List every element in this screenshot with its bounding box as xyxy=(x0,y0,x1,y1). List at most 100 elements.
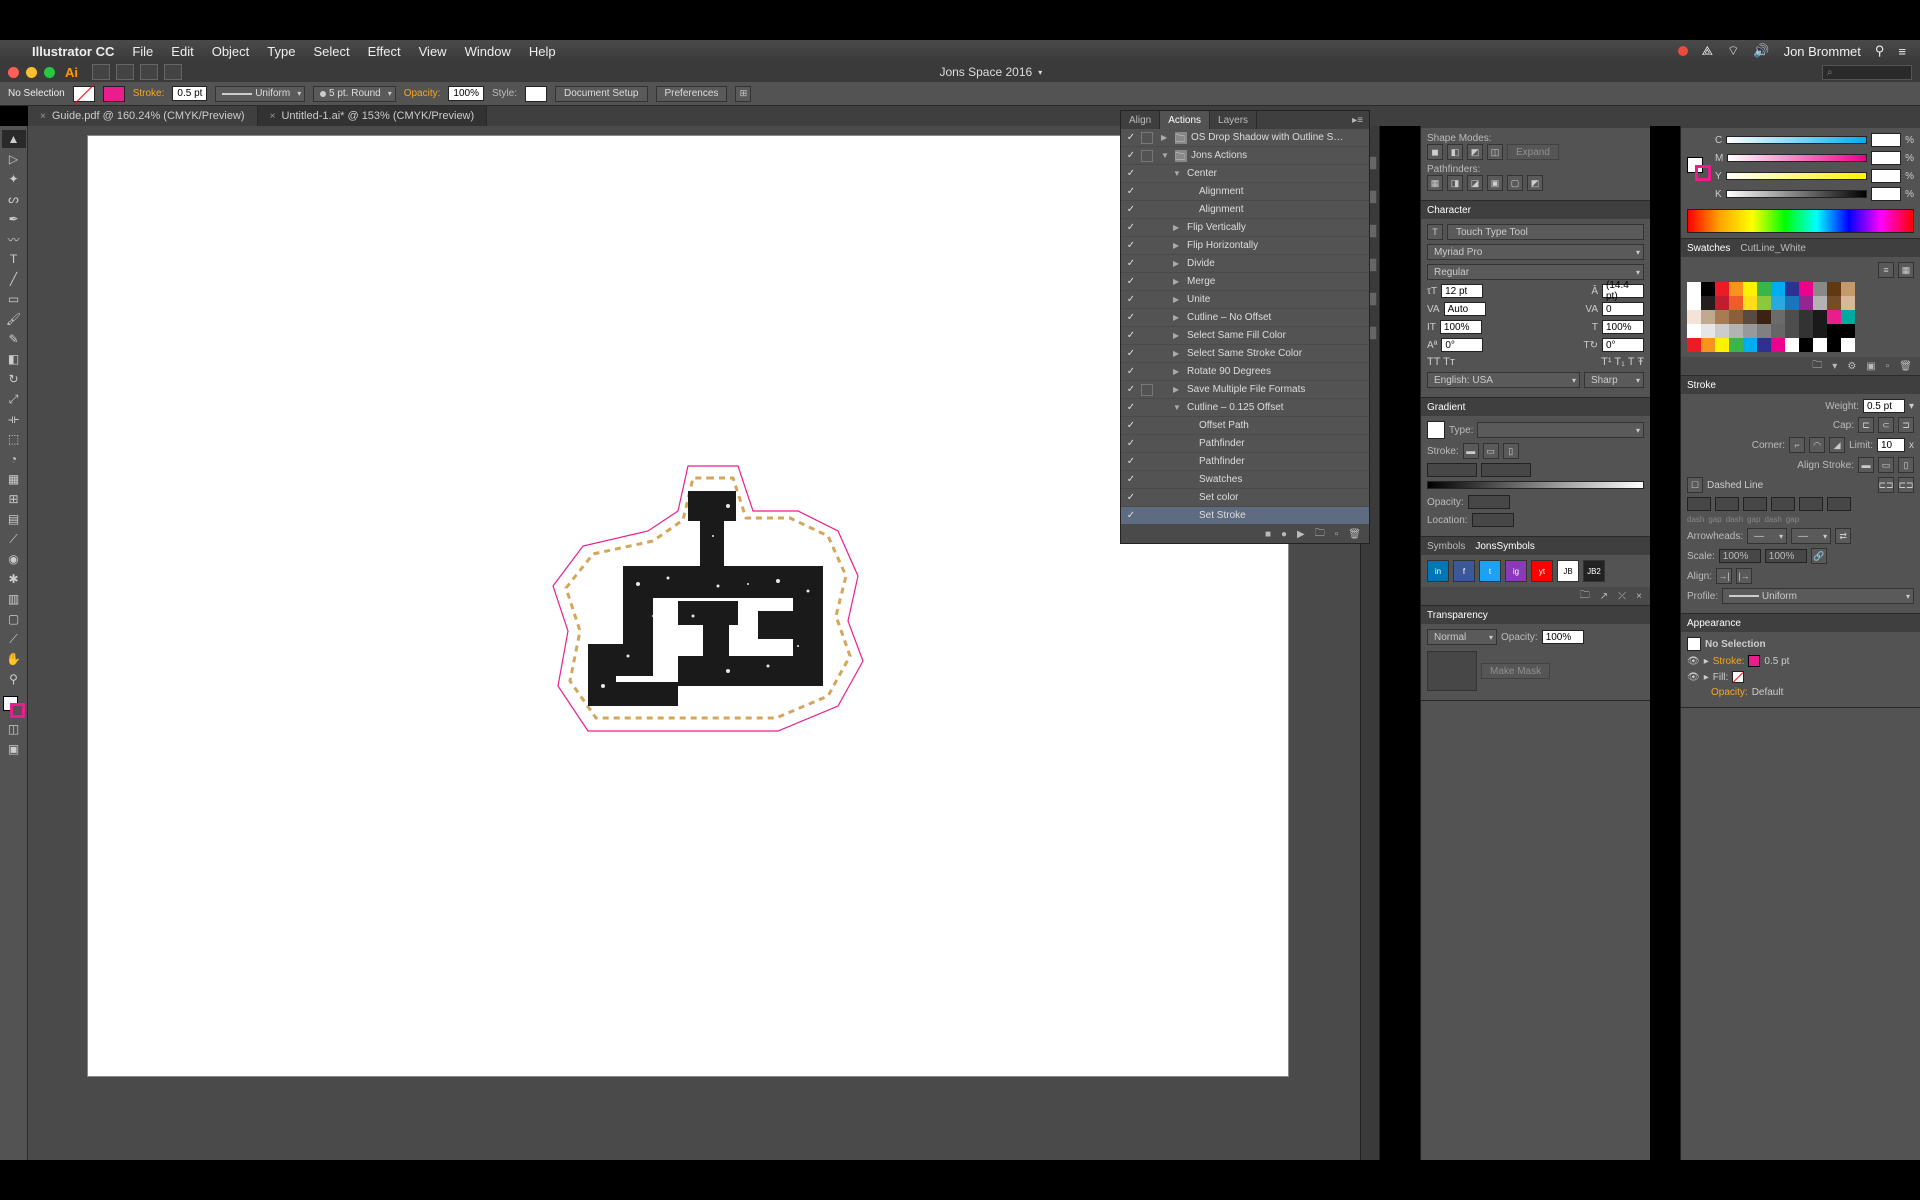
symbol-linkedin[interactable]: in xyxy=(1427,560,1449,582)
action-item[interactable]: ✓Set Stroke xyxy=(1121,507,1369,525)
swap-arrows-icon[interactable]: ⇄ xyxy=(1835,528,1851,544)
style-swatch[interactable] xyxy=(525,86,547,102)
menu-type[interactable]: Type xyxy=(267,44,295,59)
tracking-input[interactable]: 0 xyxy=(1602,302,1644,316)
limit-input[interactable]: 10 xyxy=(1877,438,1905,452)
action-item[interactable]: ✓▶Rotate 90 Degrees xyxy=(1121,363,1369,381)
cap-butt-icon[interactable]: ⊏ xyxy=(1858,417,1874,433)
action-item[interactable]: ✓Pathfinder xyxy=(1121,453,1369,471)
swatch[interactable] xyxy=(1827,282,1841,296)
rotation-input[interactable]: 0° xyxy=(1602,338,1644,352)
eraser-tool[interactable]: ◧ xyxy=(2,350,26,368)
draw-mode-icon[interactable]: ◫ xyxy=(2,720,26,738)
eyedropper-tool[interactable]: ⟋ xyxy=(2,530,26,548)
swatch[interactable] xyxy=(1785,296,1799,310)
arrow-scale-start[interactable]: 100% xyxy=(1719,549,1761,563)
gradient-ramp[interactable] xyxy=(1427,481,1644,489)
gradient-opacity-input[interactable] xyxy=(1468,495,1510,509)
hand-tool[interactable]: ✋ xyxy=(2,650,26,668)
cap-round-icon[interactable]: ⊂ xyxy=(1878,417,1894,433)
swatch[interactable] xyxy=(1701,310,1715,324)
swatch[interactable] xyxy=(1701,296,1715,310)
preferences-button[interactable]: Preferences xyxy=(656,86,728,102)
gradient-stroke-across-icon[interactable]: ▯ xyxy=(1503,443,1519,459)
curvature-tool[interactable]: 〰 xyxy=(2,230,26,248)
column-graph-tool[interactable]: ▥ xyxy=(2,590,26,608)
swatch[interactable] xyxy=(1813,296,1827,310)
swatch-library-icon[interactable]: 🗀 xyxy=(1812,358,1822,375)
panel-title[interactable]: Transparency xyxy=(1427,610,1488,621)
opacity-input[interactable]: 100% xyxy=(448,86,484,101)
document-tab[interactable]: × Untitled-1.ai* @ 153% (CMYK/Preview) xyxy=(258,106,488,126)
kerning-input[interactable]: Auto xyxy=(1444,302,1486,316)
panel-title[interactable]: Appearance xyxy=(1687,618,1741,629)
arrow-align-tip-icon[interactable]: →| xyxy=(1716,568,1732,584)
trim-icon[interactable]: ◨ xyxy=(1447,175,1463,191)
rectangle-tool[interactable]: ▭ xyxy=(2,290,26,308)
swatch[interactable] xyxy=(1757,296,1771,310)
swatch[interactable] xyxy=(1715,282,1729,296)
font-size-input[interactable]: 12 pt xyxy=(1441,284,1483,298)
c-slider[interactable] xyxy=(1726,136,1867,144)
blend-mode-dropdown[interactable]: Normal xyxy=(1427,629,1497,645)
swatch[interactable] xyxy=(1785,324,1799,338)
merge-icon[interactable]: ◪ xyxy=(1467,175,1483,191)
arrow-end-dropdown[interactable]: — xyxy=(1791,528,1831,544)
gradient-location-input[interactable] xyxy=(1472,513,1514,527)
swatch[interactable] xyxy=(1841,296,1855,310)
swatch[interactable] xyxy=(1813,310,1827,324)
window-close[interactable] xyxy=(8,67,19,78)
pencil-tool[interactable]: ✎ xyxy=(2,330,26,348)
workspace-dropdown-icon[interactable]: ▾ xyxy=(1038,68,1042,77)
swatch[interactable] xyxy=(1827,324,1841,338)
k-input[interactable] xyxy=(1871,187,1901,201)
panel-title[interactable]: Stroke xyxy=(1687,380,1716,391)
stop-icon[interactable]: ■ xyxy=(1265,529,1271,540)
pen-tool[interactable]: ✒ xyxy=(2,210,26,228)
appearance-stroke-label[interactable]: Stroke: xyxy=(1713,656,1745,667)
corner-miter-icon[interactable]: ⌐ xyxy=(1789,437,1805,453)
dropbox-icon[interactable]: ⟁ xyxy=(1702,43,1714,59)
unite-icon[interactable]: ◼ xyxy=(1427,144,1443,160)
cap-projecting-icon[interactable]: ⊐ xyxy=(1898,417,1914,433)
swatch[interactable] xyxy=(1785,310,1799,324)
appearance-stroke-swatch[interactable] xyxy=(1748,655,1760,667)
swatch[interactable] xyxy=(1827,310,1841,324)
intersect-icon[interactable]: ◩ xyxy=(1467,144,1483,160)
panel-tab-align[interactable]: Align xyxy=(1121,111,1160,129)
dash-1[interactable] xyxy=(1687,497,1711,511)
profile-dropdown[interactable]: Uniform xyxy=(1722,588,1914,604)
menu-file[interactable]: File xyxy=(132,44,153,59)
panel-tab-swatches[interactable]: Swatches xyxy=(1687,243,1730,254)
brush-dropdown[interactable]: 5 pt. Round xyxy=(313,86,396,102)
stroke-profile-dropdown[interactable]: Uniform xyxy=(215,86,305,102)
break-link-icon[interactable]: ⤫ xyxy=(1618,591,1626,602)
gap-1[interactable] xyxy=(1715,497,1739,511)
swatch-list-view-icon[interactable]: ≡ xyxy=(1878,262,1894,278)
swatch[interactable] xyxy=(1729,282,1743,296)
swatch[interactable] xyxy=(1701,282,1715,296)
language-dropdown[interactable]: English: USA xyxy=(1427,372,1580,388)
rotate-tool[interactable]: ↻ xyxy=(2,370,26,388)
antialias-dropdown[interactable]: Sharp xyxy=(1584,372,1644,388)
notifications-icon[interactable]: ≡ xyxy=(1898,44,1906,59)
lasso-tool[interactable]: ᔕ xyxy=(2,190,26,208)
panel-tab-jonssymbols[interactable]: JonsSymbols xyxy=(1475,541,1534,552)
swatch[interactable] xyxy=(1729,338,1743,352)
scale-tool[interactable]: ⤢ xyxy=(2,390,26,408)
k-slider[interactable] xyxy=(1726,190,1867,198)
gradient-angle-input[interactable] xyxy=(1427,463,1477,477)
gap-3[interactable] xyxy=(1827,497,1851,511)
align-inside-icon[interactable]: ▭ xyxy=(1878,457,1894,473)
exclude-icon[interactable]: ◫ xyxy=(1487,144,1503,160)
gradient-tool[interactable]: ▤ xyxy=(2,510,26,528)
hscale-input[interactable]: 100% xyxy=(1602,320,1644,334)
action-item[interactable]: ✓▼Center xyxy=(1121,165,1369,183)
wifi-icon[interactable]: ⌔ xyxy=(1727,43,1739,59)
workspace-name[interactable]: Jons Space 2016 xyxy=(939,65,1032,79)
font-style-dropdown[interactable]: Regular xyxy=(1427,264,1644,280)
action-item[interactable]: ✓Pathfinder xyxy=(1121,435,1369,453)
symbol-instagram[interactable]: ig xyxy=(1505,560,1527,582)
blend-tool[interactable]: ◉ xyxy=(2,550,26,568)
symbol-libraries-icon[interactable]: 🗀 xyxy=(1580,588,1590,605)
